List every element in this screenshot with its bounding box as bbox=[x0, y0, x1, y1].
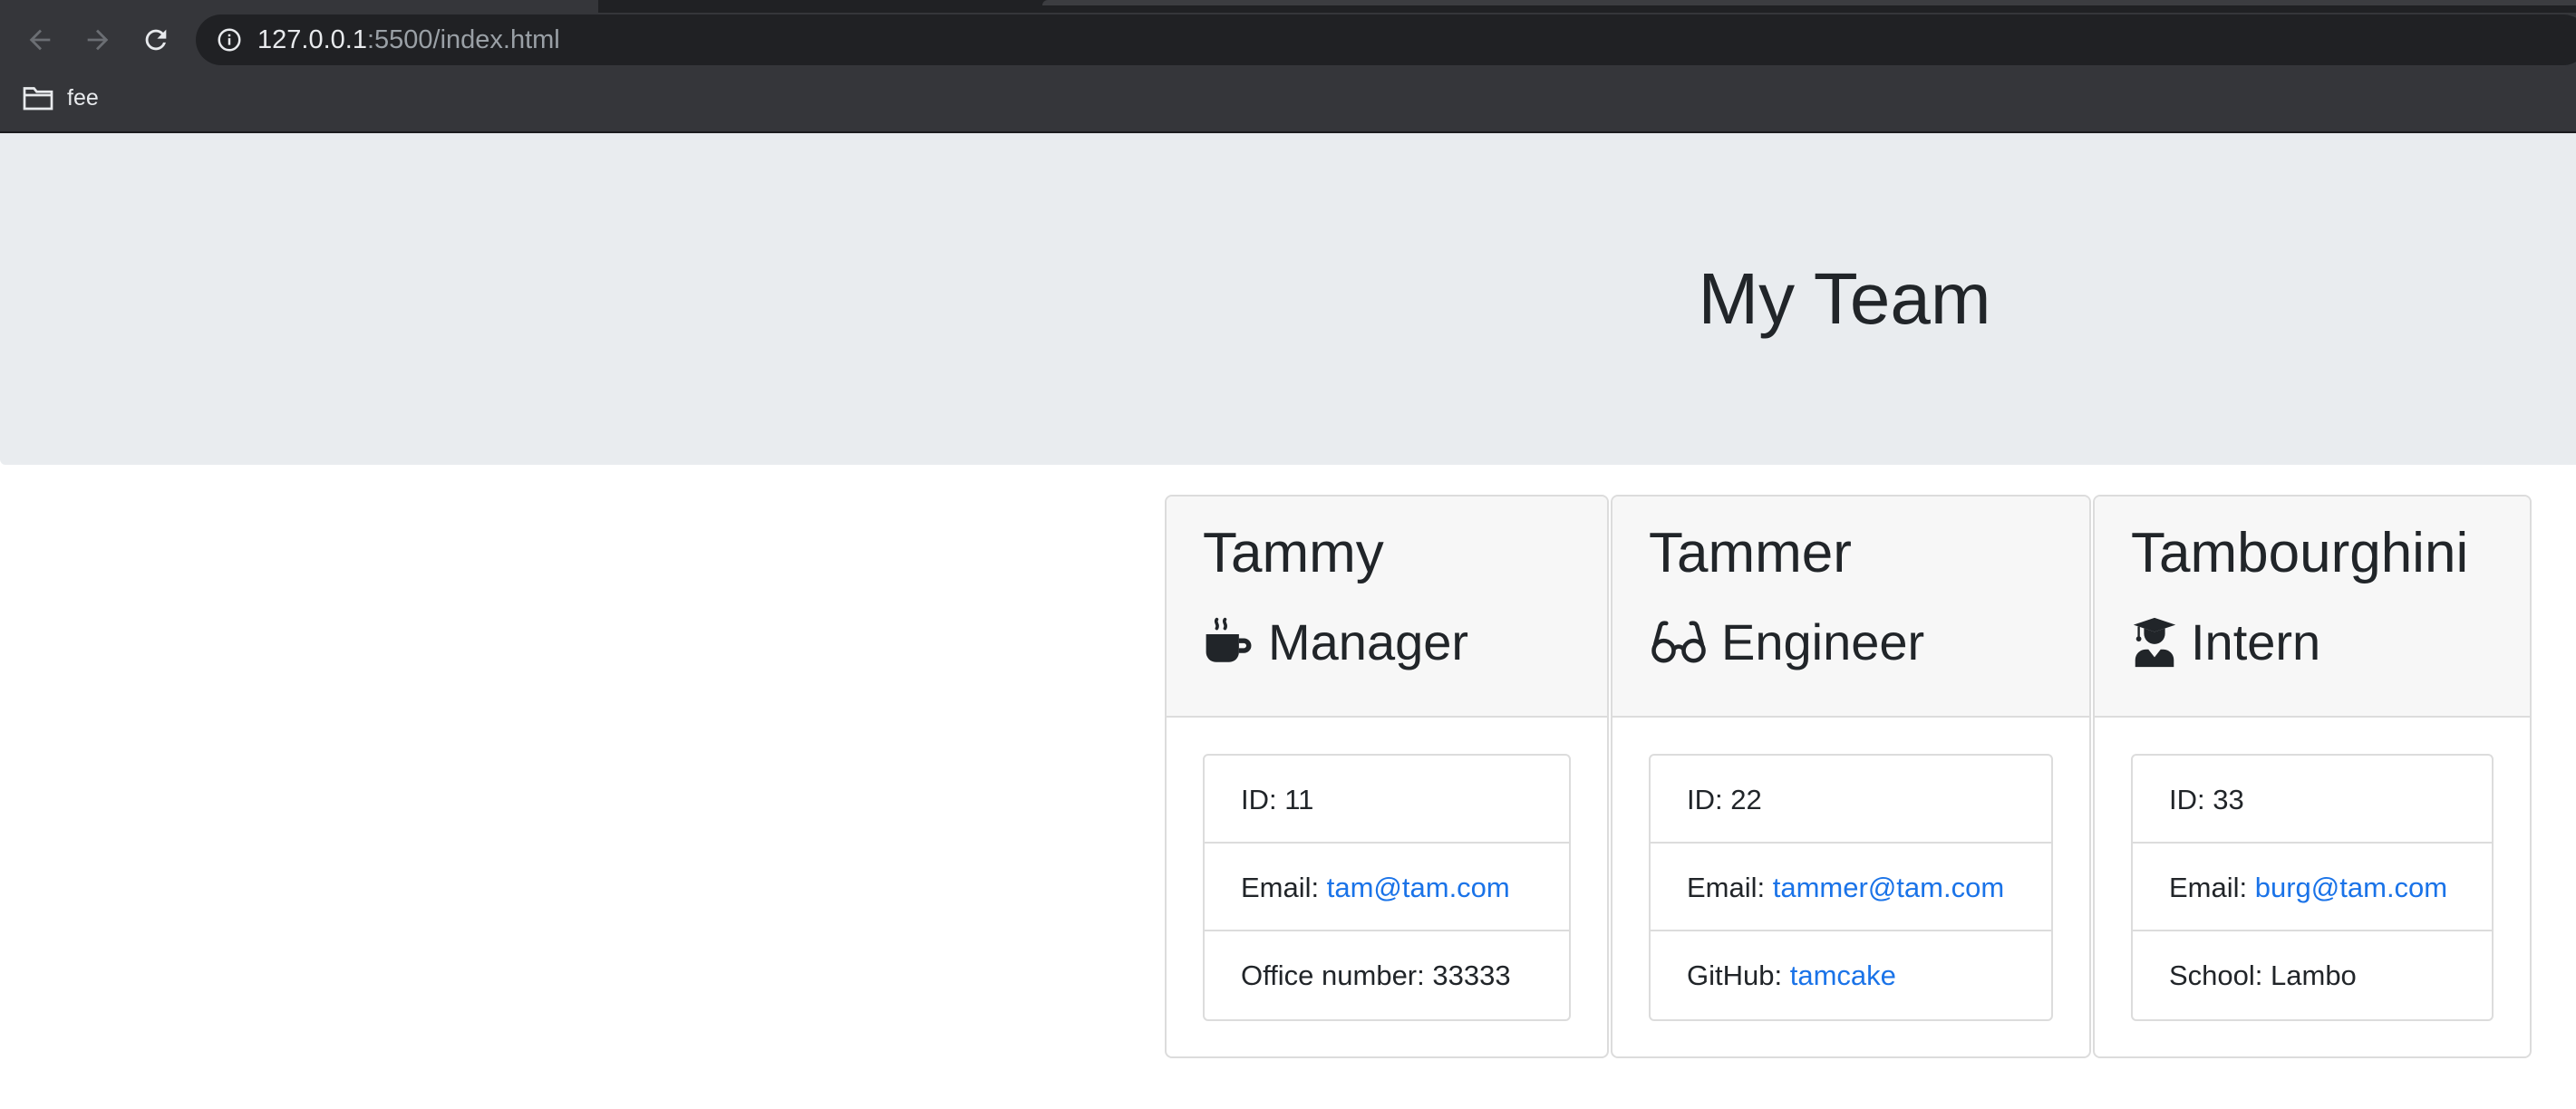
employee-name: Tammy bbox=[1203, 522, 1384, 584]
email-item: Email: tam@tam.com bbox=[1205, 844, 1569, 931]
arrow-right-icon bbox=[87, 29, 109, 51]
email-prefix: Email: bbox=[2169, 872, 2255, 903]
user-graduate-icon bbox=[2131, 616, 2178, 669]
card-header: Tambourghini Intern bbox=[2095, 497, 2530, 718]
github-prefix: GitHub: bbox=[1687, 960, 1790, 991]
employee-role: Engineer bbox=[1649, 611, 2053, 674]
email-link[interactable]: tam@tam.com bbox=[1327, 872, 1510, 903]
employee-card-intern: Tambourghini Intern ID: 33 Email: burg@t bbox=[2093, 495, 2532, 1058]
employee-name: Tammer bbox=[1649, 522, 1852, 584]
header-jumbotron: My Team bbox=[0, 133, 2576, 465]
address-bar[interactable]: 127.0.0.1:5500/index.html bbox=[196, 14, 2576, 65]
active-tab[interactable] bbox=[0, 0, 598, 13]
bookmark-label: fee bbox=[67, 84, 99, 111]
info-list: ID: 33 Email: burg@tam.com School: Lambo bbox=[2131, 754, 2494, 1021]
github-item: GitHub: tamcake bbox=[1651, 931, 2051, 1019]
employee-role: Manager bbox=[1203, 611, 1571, 674]
id-item: ID: 11 bbox=[1205, 756, 1569, 844]
github-link[interactable]: tamcake bbox=[1790, 960, 1896, 991]
reload-icon bbox=[145, 29, 167, 51]
browser-toolbar: 127.0.0.1:5500/index.html fee bbox=[0, 0, 2576, 131]
id-item: ID: 33 bbox=[2133, 756, 2492, 844]
back-button[interactable] bbox=[20, 20, 60, 60]
email-prefix: Email: bbox=[1687, 872, 1773, 903]
info-icon[interactable] bbox=[216, 26, 243, 53]
url-path: :5500/index.html bbox=[366, 24, 560, 54]
employee-card-engineer: Tammer Engineer ID: 22 Email: tammer@tam bbox=[1611, 495, 2091, 1058]
page-title: My Team bbox=[1698, 258, 1991, 339]
card-body: ID: 33 Email: burg@tam.com School: Lambo bbox=[2095, 718, 2530, 1021]
role-label: Manager bbox=[1268, 613, 1469, 670]
forward-button[interactable] bbox=[78, 20, 118, 60]
glasses-icon bbox=[1649, 616, 1709, 669]
inactive-tab[interactable] bbox=[1042, 0, 2576, 5]
team-cards: Tammy Manager ID: 11 Email: tam@tam.com … bbox=[1165, 495, 2533, 1058]
employee-name: Tambourghini bbox=[2131, 522, 2469, 584]
url-text[interactable]: 127.0.0.1:5500/index.html bbox=[257, 25, 560, 55]
office-number-item: Office number: 33333 bbox=[1241, 960, 1511, 991]
role-label: Engineer bbox=[1721, 613, 1925, 670]
info-list: ID: 22 Email: tammer@tam.com GitHub: tam… bbox=[1649, 754, 2053, 1021]
id-item: ID: 22 bbox=[1651, 756, 2051, 844]
employee-role: Intern bbox=[2131, 611, 2494, 674]
arrow-left-icon bbox=[29, 29, 51, 51]
info-list: ID: 11 Email: tam@tam.com Office number:… bbox=[1203, 754, 1571, 1021]
employee-card-manager: Tammy Manager ID: 11 Email: tam@tam.com … bbox=[1165, 495, 1609, 1058]
school-item: School: Lambo bbox=[2169, 960, 2357, 991]
folder-icon bbox=[23, 87, 53, 111]
email-link[interactable]: burg@tam.com bbox=[2255, 872, 2447, 903]
reload-button[interactable] bbox=[136, 20, 176, 60]
url-host: 127.0.0.1 bbox=[257, 24, 367, 54]
card-body: ID: 11 Email: tam@tam.com Office number:… bbox=[1167, 718, 1607, 1021]
email-link[interactable]: tammer@tam.com bbox=[1773, 872, 2004, 903]
card-header: Tammer Engineer bbox=[1612, 497, 2089, 718]
tab-strip bbox=[0, 0, 2576, 13]
email-item: Email: tammer@tam.com bbox=[1651, 844, 2051, 931]
email-prefix: Email: bbox=[1241, 872, 1327, 903]
role-label: Intern bbox=[2191, 613, 2321, 670]
mug-hot-icon bbox=[1203, 616, 1255, 669]
card-header: Tammy Manager bbox=[1167, 497, 1607, 718]
bookmark-fee[interactable]: fee bbox=[22, 80, 99, 116]
email-item: Email: burg@tam.com bbox=[2133, 844, 2492, 931]
card-body: ID: 22 Email: tammer@tam.com GitHub: tam… bbox=[1612, 718, 2089, 1021]
